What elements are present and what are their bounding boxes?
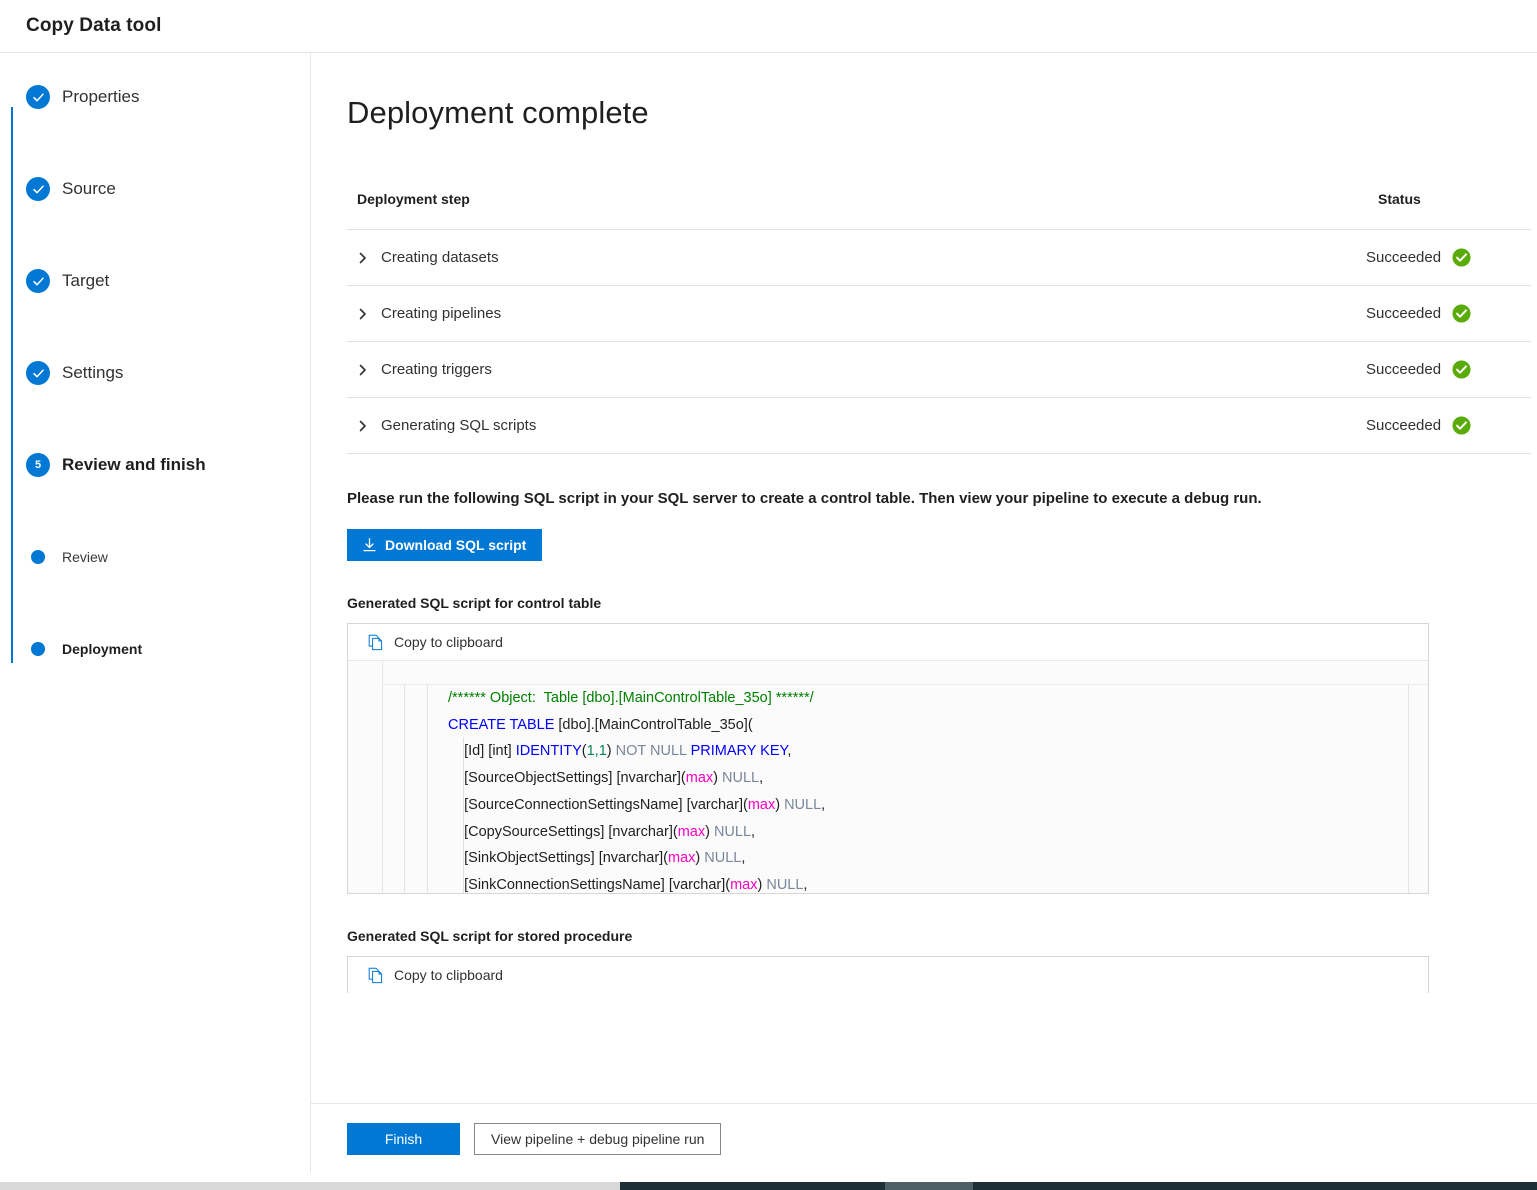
status-cell: Succeeded xyxy=(1356,230,1531,286)
download-icon xyxy=(363,538,376,552)
status-cell: Succeeded xyxy=(1356,398,1531,454)
sidebar-substep-label: Review xyxy=(62,549,108,565)
sidebar-substep-review[interactable]: Review xyxy=(26,543,310,571)
download-sql-script-label: Download SQL script xyxy=(385,537,526,553)
chevron-right-icon[interactable] xyxy=(357,420,369,432)
deployment-step-cell[interactable]: Creating pipelines xyxy=(347,286,1356,342)
instruction-text: Please run the following SQL script in y… xyxy=(347,490,1529,507)
finish-button[interactable]: Finish xyxy=(347,1123,460,1155)
column-header-status: Status xyxy=(1356,191,1531,230)
wizard-stepper: Properties Source Target xyxy=(0,83,310,663)
sidebar-step-source[interactable]: Source xyxy=(26,175,310,203)
deployment-step-cell[interactable]: Creating datasets xyxy=(347,230,1356,286)
status-cell: Succeeded xyxy=(1356,342,1531,398)
sidebar-step-settings[interactable]: Settings xyxy=(26,359,310,387)
stepper-gap xyxy=(26,295,310,359)
main-content: Deployment complete Deployment step Stat… xyxy=(311,53,1537,1173)
step-number-badge: 5 xyxy=(26,453,50,477)
stepper-gap xyxy=(26,111,310,175)
deployment-step-label: Generating SQL scripts xyxy=(381,417,536,434)
copy-to-clipboard-stored-procedure-button[interactable]: Copy to clipboard xyxy=(348,957,1428,993)
bottom-os-strip xyxy=(0,1178,1537,1190)
sidebar-step-target[interactable]: Target xyxy=(26,267,310,295)
page-title: Deployment complete xyxy=(347,95,1529,131)
step-number: 5 xyxy=(35,460,41,471)
download-sql-script-button[interactable]: Download SQL script xyxy=(347,529,542,561)
sidebar-step-label: Source xyxy=(62,179,116,199)
sidebar-step-review-and-finish[interactable]: 5 Review and finish xyxy=(26,451,310,479)
check-icon xyxy=(26,269,50,293)
deployment-steps-table: Deployment step Status Creati xyxy=(347,191,1531,454)
app-shell: Properties Source Target xyxy=(0,53,1537,1173)
status-text: Succeeded xyxy=(1366,249,1441,266)
taskbar-active-segment xyxy=(885,1182,973,1190)
copy-icon xyxy=(368,634,384,651)
check-icon xyxy=(26,361,50,385)
chevron-right-icon[interactable] xyxy=(357,364,369,376)
column-header-deployment-step: Deployment step xyxy=(347,191,1356,230)
deployment-step-cell[interactable]: Generating SQL scripts xyxy=(347,398,1356,454)
sql-code-viewer[interactable]: /****** Object: Table [dbo].[MainControl… xyxy=(348,660,1428,893)
stepper-rail xyxy=(11,107,13,663)
chevron-right-icon[interactable] xyxy=(357,308,369,320)
success-check-icon xyxy=(1452,248,1471,267)
table-header-row: Deployment step Status xyxy=(347,191,1531,230)
taskbar-segment xyxy=(973,1182,1537,1190)
sidebar-step-label: Properties xyxy=(62,87,139,107)
view-pipeline-debug-run-button[interactable]: View pipeline + debug pipeline run xyxy=(474,1123,721,1155)
stepper-gap xyxy=(26,571,310,635)
sidebar-step-properties[interactable]: Properties xyxy=(26,83,310,111)
stepper-gap xyxy=(26,203,310,267)
success-check-icon xyxy=(1452,360,1471,379)
status-cell: Succeeded xyxy=(1356,286,1531,342)
stored-procedure-section-label: Generated SQL script for stored procedur… xyxy=(347,928,1529,944)
stepper-gap xyxy=(26,387,310,451)
success-check-icon xyxy=(1452,416,1471,435)
wizard-sidebar: Properties Source Target xyxy=(0,53,311,1173)
sidebar-step-label: Settings xyxy=(62,363,123,383)
sidebar-step-label: Review and finish xyxy=(62,455,206,475)
copy-icon xyxy=(368,967,384,984)
status-text: Succeeded xyxy=(1366,417,1441,434)
code-editor-topstrip xyxy=(382,661,1428,685)
check-icon xyxy=(26,85,50,109)
table-row[interactable]: Creating datasets Succeeded xyxy=(347,230,1531,286)
deployment-step-cell[interactable]: Creating triggers xyxy=(347,342,1356,398)
chevron-right-icon[interactable] xyxy=(357,252,369,264)
status-text: Succeeded xyxy=(1366,361,1441,378)
dot-icon xyxy=(31,550,45,564)
stepper-gap xyxy=(26,479,310,543)
window-title: Copy Data tool xyxy=(26,15,161,37)
stored-procedure-code-card: Copy to clipboard xyxy=(347,956,1429,993)
table-row[interactable]: Creating pipelines Succeeded xyxy=(347,286,1531,342)
horizontal-scrollbar[interactable] xyxy=(0,1182,620,1190)
control-table-code-card: Copy to clipboard /****** Object: Table … xyxy=(347,623,1429,894)
deployment-step-label: Creating pipelines xyxy=(381,305,501,322)
window-titlebar: Copy Data tool xyxy=(0,0,1537,52)
taskbar-segment xyxy=(620,1182,885,1190)
status-text: Succeeded xyxy=(1366,305,1441,322)
sidebar-substep-deployment[interactable]: Deployment xyxy=(26,635,310,663)
control-table-section-label: Generated SQL script for control table xyxy=(347,595,1529,611)
dot-icon xyxy=(31,642,45,656)
copy-to-clipboard-label: Copy to clipboard xyxy=(394,634,503,650)
table-row[interactable]: Creating triggers Succeeded xyxy=(347,342,1531,398)
check-icon xyxy=(26,177,50,201)
table-row[interactable]: Generating SQL scripts Succeeded xyxy=(347,398,1531,454)
deployment-step-label: Creating datasets xyxy=(381,249,499,266)
copy-to-clipboard-label: Copy to clipboard xyxy=(394,967,503,983)
wizard-footer: Finish View pipeline + debug pipeline ru… xyxy=(311,1103,1537,1173)
copy-to-clipboard-control-table-button[interactable]: Copy to clipboard xyxy=(348,624,1428,660)
deployment-step-label: Creating triggers xyxy=(381,361,492,378)
main-scroll-area[interactable]: Deployment complete Deployment step Stat… xyxy=(311,53,1537,1103)
success-check-icon xyxy=(1452,304,1471,323)
sidebar-substep-label: Deployment xyxy=(62,641,142,657)
sidebar-step-label: Target xyxy=(62,271,109,291)
sql-code-text: /****** Object: Table [dbo].[MainControl… xyxy=(448,685,825,893)
